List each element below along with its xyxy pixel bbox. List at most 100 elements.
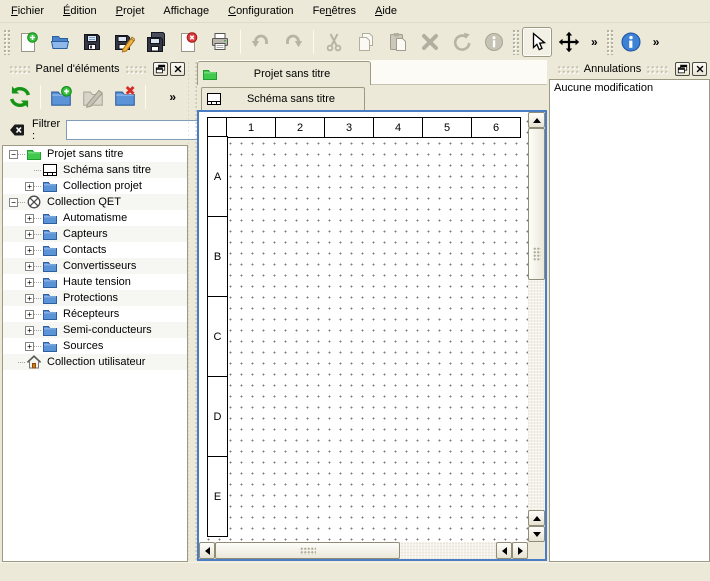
frame-corner-cell — [207, 117, 228, 138]
expand-icon[interactable]: + — [25, 310, 34, 319]
float-panel-button[interactable] — [153, 62, 168, 76]
expand-icon[interactable]: + — [25, 182, 34, 191]
tab-schema-sans-titre[interactable]: Schéma sans titre — [201, 87, 365, 110]
expand-icon[interactable]: + — [25, 262, 34, 271]
tree-item[interactable]: + Collection projet — [3, 178, 187, 194]
about-button[interactable] — [616, 27, 646, 57]
tree-item[interactable]: +Convertisseurs — [3, 258, 187, 274]
menu-projet[interactable]: Projet — [108, 2, 153, 20]
menu-configuration[interactable]: Configuration — [220, 2, 301, 20]
pan-icon — [558, 31, 580, 53]
clear-filter-icon[interactable] — [8, 122, 26, 138]
help-overflow-button[interactable]: » — [649, 35, 664, 49]
frame-row-label: B — [207, 216, 228, 297]
tree-connector-line — [34, 170, 41, 171]
tree-item[interactable]: +Automatisme — [3, 210, 187, 226]
tree-item[interactable]: +Semi-conducteurs — [3, 322, 187, 338]
tree-item[interactable]: +Sources — [3, 338, 187, 354]
scroll-right-button[interactable] — [512, 542, 528, 559]
save-as-button[interactable] — [109, 27, 139, 57]
expand-icon[interactable]: + — [25, 278, 34, 287]
edit-category-button[interactable] — [78, 82, 108, 112]
new-file-button[interactable] — [13, 27, 43, 57]
menu-affichage[interactable]: Affichage — [155, 2, 217, 20]
vertical-scrollbar[interactable] — [528, 112, 545, 542]
frame-row-headers: ABCDE — [207, 137, 228, 537]
scroll-left-icon — [502, 547, 507, 555]
scroll-down-button[interactable] — [528, 526, 545, 542]
cut-button[interactable] — [319, 27, 349, 57]
float-panel-button[interactable] — [675, 62, 690, 76]
tree-item[interactable]: Collection utilisateur — [3, 354, 187, 370]
undo-history-list[interactable]: Aucune modification — [549, 79, 710, 562]
scroll-down-icon — [533, 532, 541, 537]
tree-item[interactable]: +Contacts — [3, 242, 187, 258]
undo-panel-title: Annulations — [584, 63, 642, 75]
title-bar-texture — [125, 65, 146, 74]
frame-row-label: E — [207, 456, 228, 537]
scroll-left-button-right[interactable] — [496, 542, 512, 559]
save-button[interactable] — [77, 27, 107, 57]
print-button[interactable] — [205, 27, 235, 57]
toolbar-grip[interactable] — [3, 29, 10, 55]
expand-icon[interactable]: + — [25, 214, 34, 223]
redo-button[interactable] — [278, 27, 308, 57]
undo-history-item[interactable]: Aucune modification — [550, 80, 709, 96]
paste-button[interactable] — [383, 27, 413, 57]
expand-icon[interactable]: + — [25, 342, 34, 351]
tree-item[interactable]: −Collection QET — [3, 194, 187, 210]
tree-item[interactable]: +Capteurs — [3, 226, 187, 242]
reload-collections-button[interactable] — [5, 82, 35, 112]
element-info-button[interactable] — [479, 27, 509, 57]
delete-button[interactable] — [415, 27, 445, 57]
collapse-icon[interactable]: − — [9, 198, 18, 207]
scroll-up-button[interactable] — [528, 112, 545, 128]
save-all-button[interactable] — [141, 27, 171, 57]
toolbar-grip[interactable] — [606, 29, 613, 55]
diagram-view[interactable]: 123456 ABCDE — [199, 112, 528, 542]
save-all-icon — [145, 31, 167, 53]
scroll-left-button[interactable] — [199, 542, 215, 559]
horizontal-scrollbar-thumb[interactable] — [215, 542, 400, 559]
tree-item[interactable]: +Haute tension — [3, 274, 187, 290]
panel-splitter[interactable] — [188, 60, 197, 562]
menu-fichier[interactable]: Fichier — [3, 2, 52, 20]
tab-project-sans-titre[interactable]: Projet sans titre — [197, 61, 371, 85]
open-file-button[interactable] — [45, 27, 75, 57]
tree-item-label: Collection projet — [63, 180, 142, 192]
expand-icon[interactable]: + — [25, 326, 34, 335]
menu-aide[interactable]: Aide — [367, 2, 405, 20]
tree-item[interactable]: Schéma sans titre — [3, 162, 187, 178]
close-file-button[interactable] — [173, 27, 203, 57]
undo-panel-title-bar: Annulations — [549, 60, 710, 78]
close-panel-button[interactable] — [170, 62, 185, 76]
undo-button[interactable] — [246, 27, 276, 57]
toolbar-grip[interactable] — [512, 29, 519, 55]
tools-overflow-button[interactable]: » — [587, 35, 602, 49]
expand-icon[interactable]: + — [25, 246, 34, 255]
tree-item[interactable]: +Protections — [3, 290, 187, 306]
rotate-button[interactable] — [447, 27, 477, 57]
folder-icon — [42, 258, 58, 274]
copy-button[interactable] — [351, 27, 381, 57]
rotate-icon — [451, 31, 473, 53]
delete-category-button[interactable] — [110, 82, 140, 112]
main-toolbar: » » — [0, 23, 710, 60]
collapse-icon[interactable]: − — [9, 150, 18, 159]
menu-edition[interactable]: Édition — [55, 2, 105, 20]
expand-icon[interactable]: + — [25, 230, 34, 239]
vertical-scrollbar-thumb[interactable] — [528, 128, 545, 280]
close-panel-button[interactable] — [692, 62, 707, 76]
scroll-up-button-bottom[interactable] — [528, 510, 545, 526]
menu-fenetres[interactable]: Fenêtres — [305, 2, 364, 20]
project-folder-icon — [202, 66, 218, 82]
pan-tool-button[interactable] — [554, 27, 584, 57]
expand-icon[interactable]: + — [25, 294, 34, 303]
select-tool-button[interactable] — [522, 27, 552, 57]
horizontal-scrollbar[interactable] — [199, 542, 528, 559]
diagram-canvas: 123456 ABCDE — [197, 110, 547, 561]
new-category-button[interactable] — [46, 82, 76, 112]
tree-item[interactable]: −Projet sans titre — [3, 146, 187, 162]
collections-toolbar-overflow-button[interactable]: » — [165, 90, 180, 104]
tree-item[interactable]: +Récepteurs — [3, 306, 187, 322]
